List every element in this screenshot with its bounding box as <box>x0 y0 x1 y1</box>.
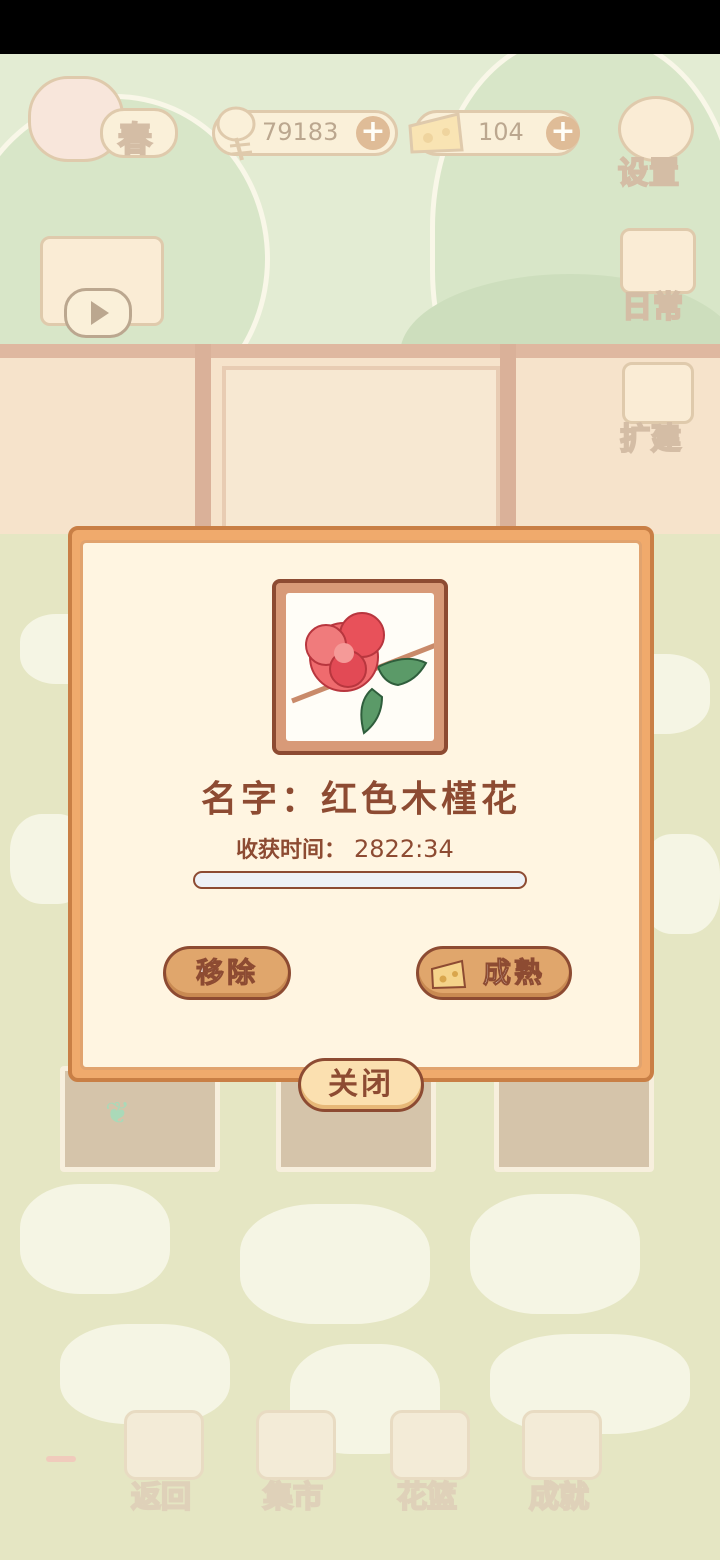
harvest-label: 收获时间： <box>236 838 347 863</box>
flower-name: 名字：红色木槿花 <box>80 770 642 822</box>
name-value: 红色木槿花 <box>321 779 522 820</box>
remove-button[interactable]: 移除 <box>163 946 291 1000</box>
flower-image <box>286 593 434 741</box>
flower-image-frame <box>272 579 448 755</box>
ripen-label: 成熟 <box>482 956 545 990</box>
growth-progress-bar <box>193 871 527 889</box>
harvest-countdown: 2822:34 <box>354 835 454 863</box>
status-bar <box>0 0 720 54</box>
harvest-time-row: 收获时间： 2822:34 <box>236 832 454 864</box>
cheese-icon <box>430 959 467 990</box>
name-label: 名字： <box>200 779 321 820</box>
ripen-button[interactable]: 成熟 <box>416 946 572 1000</box>
close-button[interactable]: 关闭 <box>298 1058 424 1112</box>
hibiscus-flower-icon <box>291 612 434 735</box>
